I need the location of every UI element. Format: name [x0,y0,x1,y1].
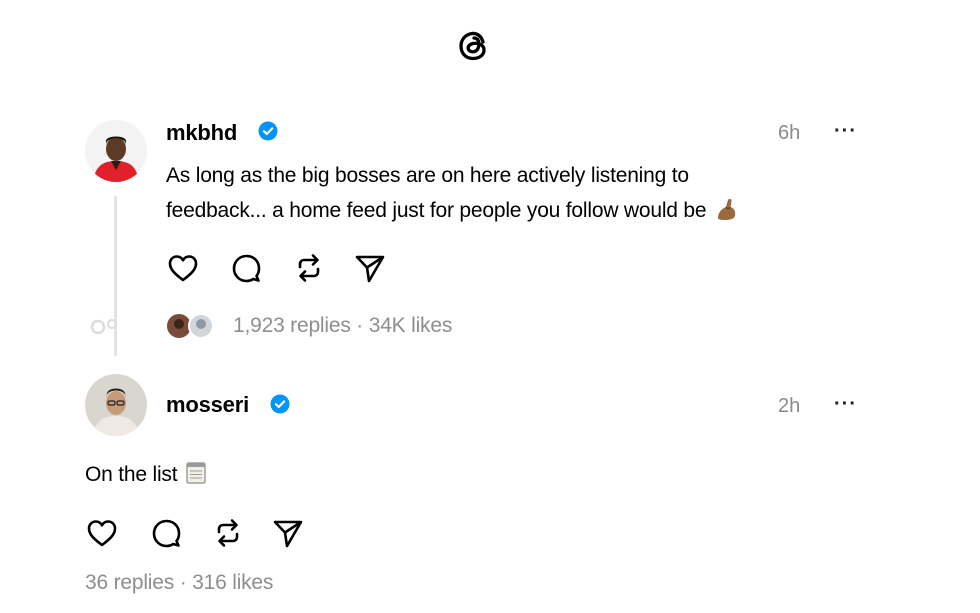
post-time: 2h [778,395,801,417]
verified-badge-icon [270,394,290,414]
replies-count[interactable]: 36 replies [85,571,174,594]
post-username[interactable]: mkbhd [166,120,237,146]
post-text-line: feedback... a home feed just for people … [166,193,740,228]
heart-icon[interactable] [84,515,120,551]
verified-badge-icon [258,121,278,141]
more-options-button[interactable]: ··· [834,393,857,416]
post-text: On the list [85,457,207,492]
post-time: 6h [778,122,801,144]
heart-icon[interactable] [165,250,201,286]
stats-separator: · [350,314,369,337]
post-text: As long as the big bosses are on here ac… [166,158,740,228]
reply-avatars [166,312,218,340]
replies-count[interactable]: 1,923 replies [233,314,351,337]
likes-count[interactable]: 34K likes [369,314,453,337]
thread-connector-icon [90,319,117,335]
avatar-mkbhd[interactable] [85,120,147,182]
notepad-icon [186,462,206,484]
post-stats: 36 replies · 316 likes [85,571,273,595]
share-icon[interactable] [270,515,306,551]
stats-separator: · [174,571,193,594]
post-stats: 1,923 replies · 34K likes [233,314,452,338]
likes-count[interactable]: 316 likes [192,571,273,594]
comment-icon[interactable] [148,515,184,551]
more-options-button[interactable]: ··· [834,120,857,143]
comment-icon[interactable] [228,250,264,286]
avatar-mosseri[interactable] [85,374,147,436]
share-icon[interactable] [352,250,388,286]
repost-icon[interactable] [210,515,246,551]
post-text-line: As long as the big bosses are on here ac… [166,164,689,187]
threads-logo-icon[interactable] [452,24,496,68]
post-username[interactable]: mosseri [166,392,249,418]
pinched-fingers-icon [718,198,736,220]
repost-icon[interactable] [291,250,327,286]
